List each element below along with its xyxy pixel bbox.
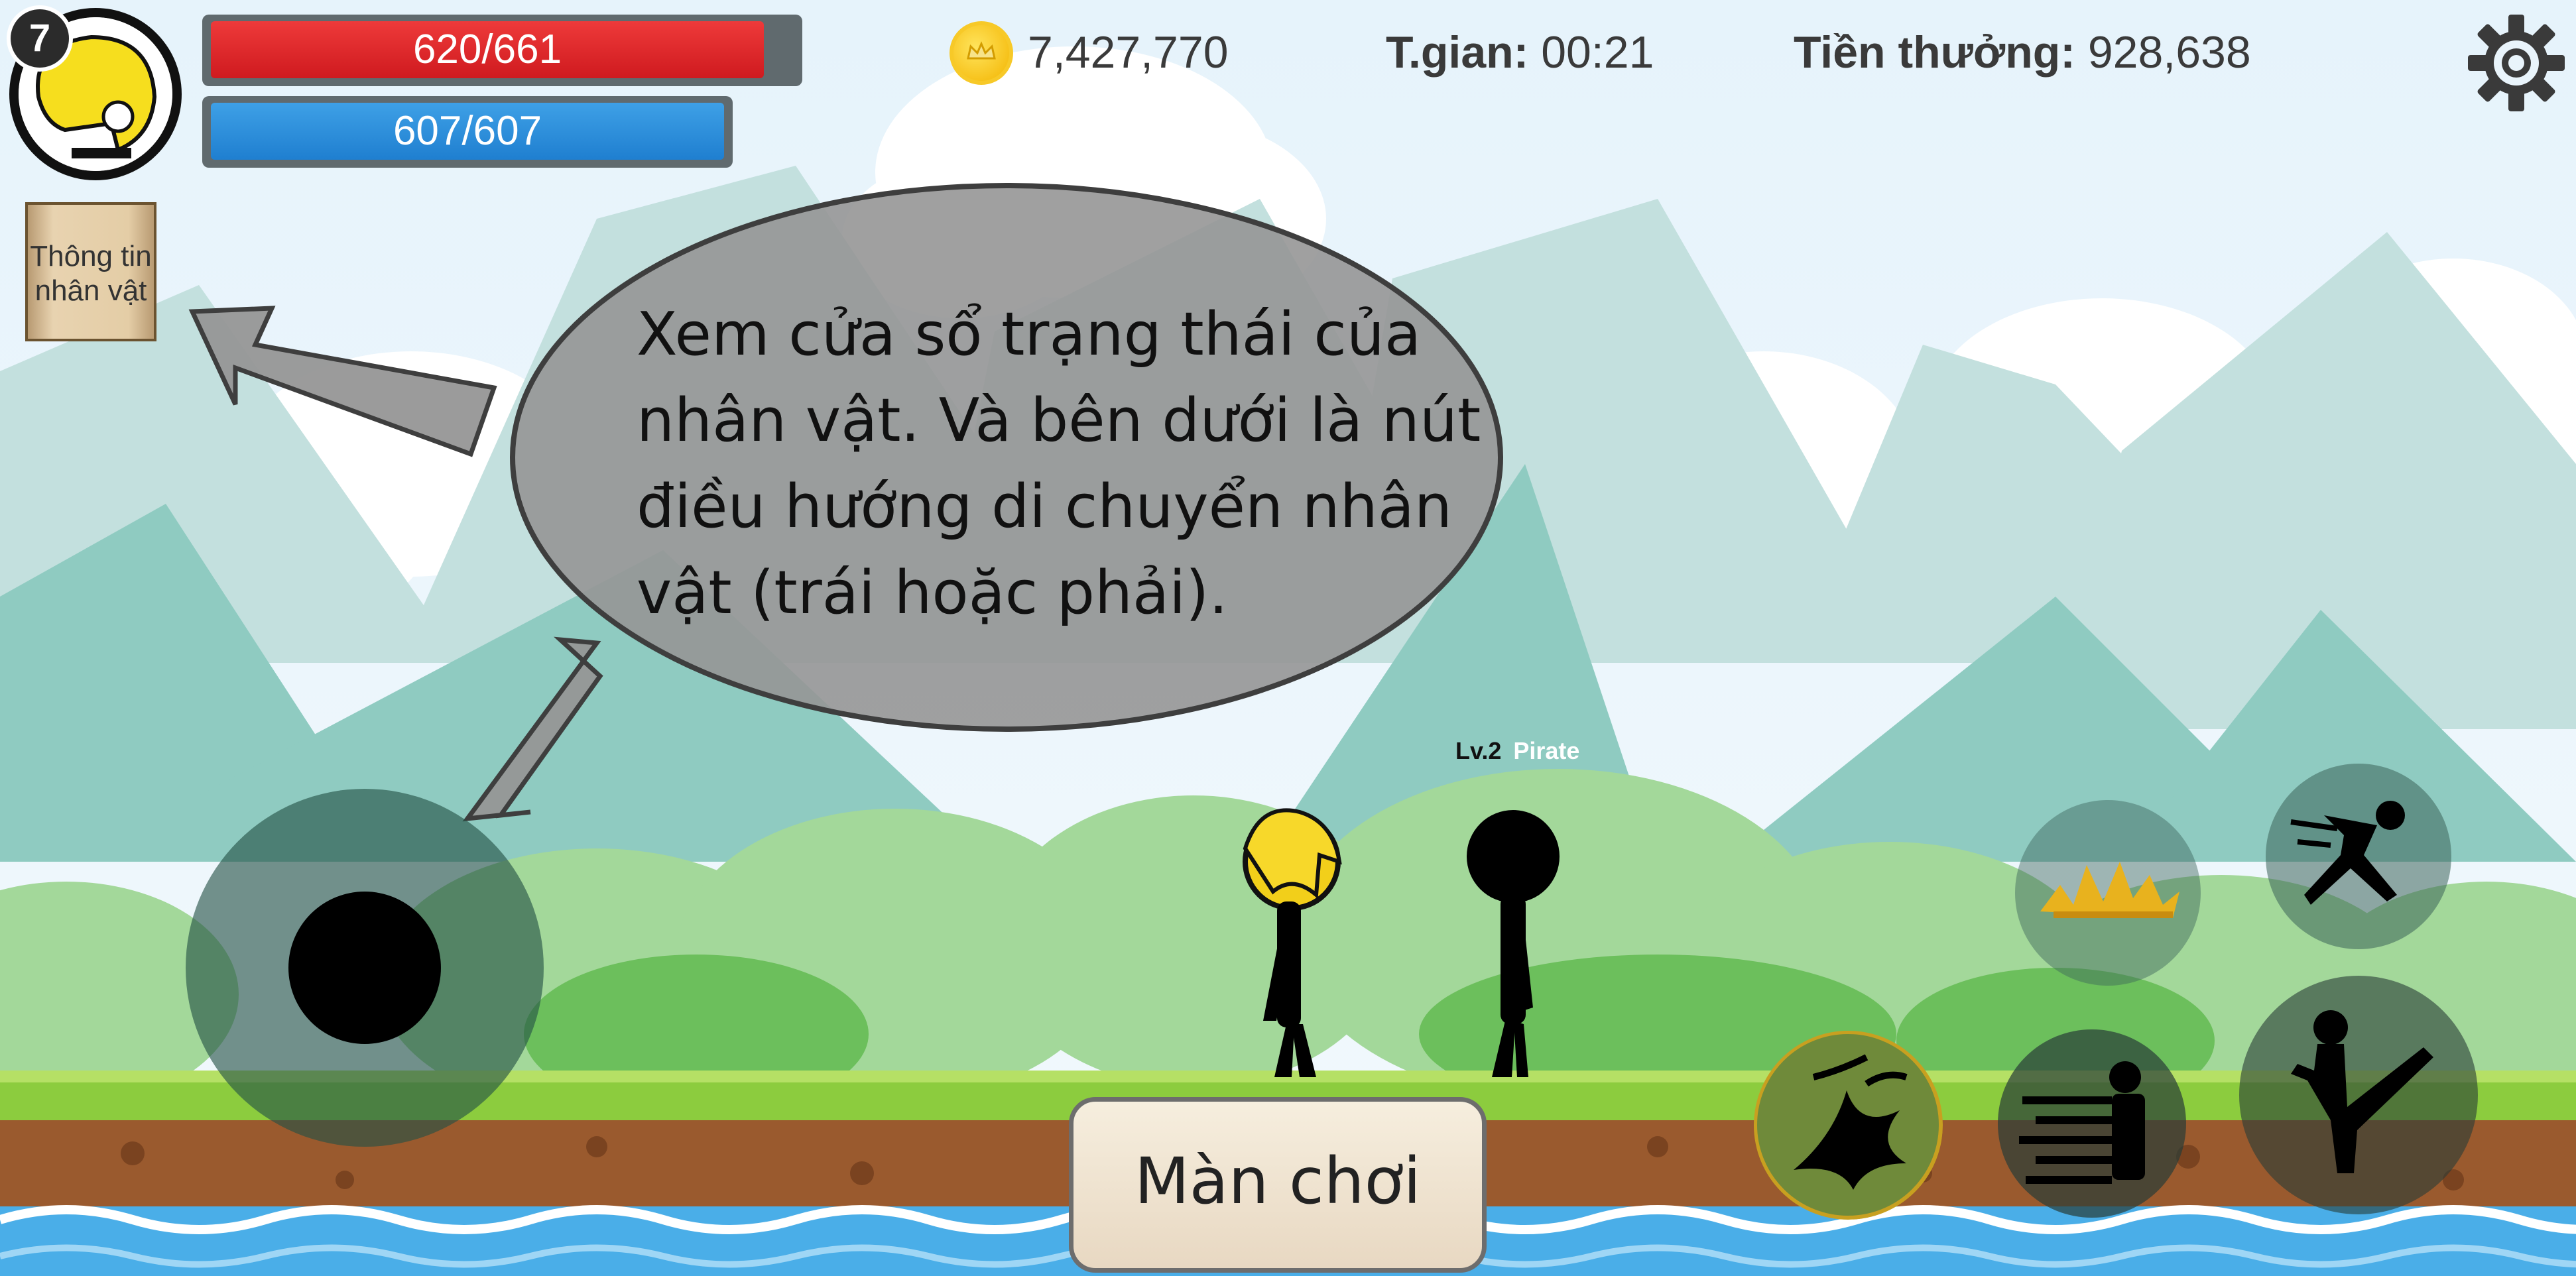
timer: T.gian: 00:21: [1386, 27, 1654, 78]
reward-label: Tiền thưởng:: [1794, 27, 2075, 78]
enemy-label: Lv.2 Pirate: [1455, 737, 1579, 765]
reward-value: 928,638: [2087, 27, 2251, 78]
enemy-level: Lv.2: [1455, 737, 1502, 764]
mp-text: 607/607: [393, 108, 542, 154]
ground-burst-skill-icon[interactable]: [2014, 799, 2203, 988]
flame-slash-skill-icon[interactable]: [1754, 1031, 1943, 1220]
dash-kick-skill-icon[interactable]: [2264, 762, 2453, 951]
gear-icon[interactable]: [2467, 13, 2566, 113]
timer-label: T.gian:: [1386, 27, 1529, 78]
timer-value: 00:21: [1541, 27, 1654, 78]
enemy-pirate: [1467, 810, 1560, 1077]
coin-icon: [950, 21, 1013, 85]
player-level-badge: 7: [7, 5, 73, 72]
enemy-name: Pirate: [1513, 737, 1580, 764]
player-character: [1243, 808, 1342, 1077]
character-info-label-line1: Thông tin: [30, 240, 152, 272]
tutorial-text: Xem cửa sổ trạng thái của nhân vật. Và b…: [637, 300, 1481, 628]
stage-button[interactable]: Màn chơi: [1069, 1097, 1487, 1273]
speed-punch-skill-icon[interactable]: [1996, 1027, 2188, 1220]
reward: Tiền thưởng: 928,638: [1794, 27, 2251, 78]
joystick-knob[interactable]: [288, 892, 441, 1044]
coin-count: 7,427,770: [1028, 27, 1229, 78]
character-info-label-line2: nhân vật: [34, 274, 147, 307]
character-info-button[interactable]: Thông tin nhân vật: [25, 202, 156, 341]
high-kick-skill-icon[interactable]: [2238, 974, 2480, 1216]
hp-text: 620/661: [412, 27, 562, 72]
